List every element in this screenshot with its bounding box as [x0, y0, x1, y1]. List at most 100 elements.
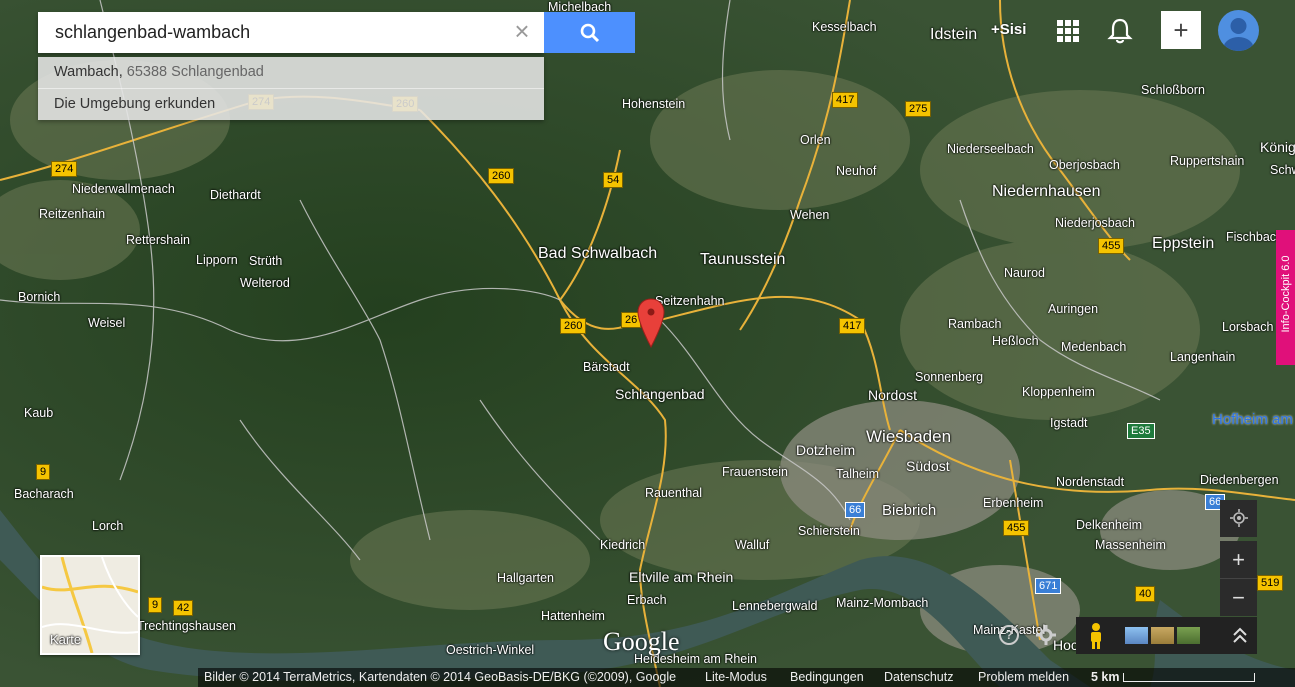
scale-bar — [1123, 673, 1255, 682]
earth-layer-thumb[interactable] — [1125, 627, 1148, 644]
road-shield: 519 — [1257, 575, 1284, 591]
attribution-bar: Bilder © 2014 TerraMetrics, Kartendaten … — [198, 668, 1295, 687]
svg-text:?: ? — [1005, 628, 1012, 642]
suggestion-detail: 65388 Schlangenbad — [122, 64, 264, 80]
place-label: Lorch — [92, 519, 124, 533]
place-label: Eltville am Rhein — [629, 569, 734, 585]
suggestion-main: Wambach, — [54, 64, 123, 80]
place-label: Südost — [906, 458, 950, 474]
road-shield: 54 — [603, 172, 624, 188]
place-label: Mainz-Mombach — [836, 596, 929, 610]
place-label: Erbenheim — [983, 496, 1044, 510]
clear-search-icon[interactable]: × — [510, 18, 534, 44]
place-label: Diethardt — [210, 188, 261, 202]
terms-link[interactable]: Bedingungen — [790, 670, 864, 684]
place-label: Rauenthal — [645, 486, 702, 500]
place-label: Strüth — [249, 254, 283, 268]
search-button[interactable] — [544, 12, 635, 53]
avatar[interactable] — [1218, 10, 1259, 51]
privacy-link[interactable]: Datenschutz — [884, 670, 953, 684]
place-label: Rambach — [948, 317, 1002, 331]
zoom-out-button[interactable]: − — [1220, 578, 1257, 616]
place-label: Nordost — [868, 387, 918, 403]
place-label: Schierstein — [798, 524, 860, 538]
place-label: Bärstadt — [583, 360, 630, 374]
scale-label: 5 km — [1091, 670, 1120, 684]
place-label: Eppstein — [1152, 235, 1215, 252]
location-pin-icon[interactable] — [637, 297, 665, 349]
settings-gear-icon[interactable] — [1035, 624, 1057, 646]
pegman-icon[interactable] — [1086, 622, 1106, 650]
place-label: Wiesbaden — [866, 427, 952, 446]
road-shield: 671 — [1035, 578, 1062, 594]
place-label: Naurod — [1004, 266, 1045, 280]
place-label: Ruppertshain — [1170, 154, 1245, 168]
photo-layer-thumb[interactable] — [1177, 627, 1200, 644]
zoom-in-button[interactable]: + — [1220, 541, 1257, 578]
place-label: Igstadt — [1050, 416, 1088, 430]
place-label: Schwalbach — [1270, 163, 1295, 177]
road-shield: 417 — [839, 318, 866, 334]
place-label: Hofheim am — [1212, 411, 1293, 428]
search-suggestions: Wambach, 65388 Schlangenbad Die Umgebung… — [38, 57, 544, 120]
place-label: Oestrich-Winkel — [446, 643, 535, 657]
place-label: Biebrich — [882, 502, 937, 519]
place-label: Hallgarten — [497, 571, 554, 585]
place-label: Rettershain — [126, 233, 190, 247]
place-label: Kiedrich — [600, 538, 646, 552]
place-label: Idstein — [930, 26, 978, 43]
place-label: Schlangenbad — [615, 386, 705, 402]
place-label: Hattenheim — [541, 609, 605, 623]
place-label: Bacharach — [14, 487, 74, 501]
place-label: Lennebergwald — [732, 599, 818, 613]
my-location-button[interactable] — [1220, 500, 1257, 537]
place-label: Frauenstein — [722, 465, 789, 479]
terrain-layer-thumb[interactable] — [1151, 627, 1174, 644]
info-cockpit-tab[interactable]: Info-Cockpit 6.0 — [1276, 230, 1295, 365]
search-icon — [580, 23, 599, 42]
place-label: Dotzheim — [796, 442, 856, 458]
layer-bar — [1076, 617, 1257, 654]
place-label: Orlen — [800, 133, 831, 147]
place-label: Seitzenhahn — [655, 294, 725, 308]
map-type-switcher[interactable]: Karte — [40, 555, 140, 655]
place-label: Walluf — [735, 538, 770, 552]
apps-grid-icon[interactable] — [1057, 20, 1079, 42]
suggestion-item[interactable]: Die Umgebung erkunden — [38, 89, 544, 120]
place-label: Oberjosbach — [1049, 158, 1120, 172]
lite-mode-link[interactable]: Lite-Modus — [705, 670, 767, 684]
notifications-bell-icon[interactable] — [1107, 17, 1133, 45]
road-shield: 275 — [905, 101, 932, 117]
road-shield: 260 — [488, 168, 515, 184]
road-shield: 455 — [1003, 520, 1030, 536]
search-box: × — [38, 12, 544, 53]
place-label: Weisel — [88, 316, 126, 330]
place-label: Kaub — [24, 406, 54, 420]
share-plus-button[interactable]: + — [1161, 11, 1201, 49]
place-label: Massenheim — [1095, 538, 1166, 552]
help-icon[interactable]: ? — [998, 624, 1020, 646]
map-controls: + − — [1220, 500, 1257, 616]
place-label: Langenhain — [1170, 350, 1236, 364]
place-label: Bornich — [18, 290, 61, 304]
place-label: Hohenstein — [622, 97, 686, 111]
road-shield: 42 — [173, 600, 194, 616]
place-label: Nordenstadt — [1056, 475, 1125, 489]
place-label: Neuhof — [836, 164, 877, 178]
minimap-label: Karte — [50, 632, 82, 647]
place-label: Talheim — [836, 467, 880, 481]
info-cockpit-label: Info-Cockpit 6.0 — [1280, 255, 1292, 333]
report-problem-link[interactable]: Problem melden — [978, 670, 1069, 684]
place-label: Lipporn — [196, 253, 238, 267]
google-logo: Google — [603, 627, 680, 656]
place-label: Trechtingshausen — [137, 619, 236, 633]
place-label: Kesselbach — [812, 20, 877, 34]
user-link[interactable]: +Sisi — [991, 21, 1026, 38]
place-label: Heßloch — [992, 334, 1039, 348]
suggestion-item[interactable]: Wambach, 65388 Schlangenbad — [38, 57, 544, 89]
search-input[interactable] — [38, 12, 515, 53]
road-shield: 260 — [560, 318, 587, 334]
expand-chevron-icon[interactable] — [1232, 627, 1248, 645]
place-label: Niederseelbach — [947, 142, 1034, 156]
place-label: Erbach — [627, 593, 667, 607]
